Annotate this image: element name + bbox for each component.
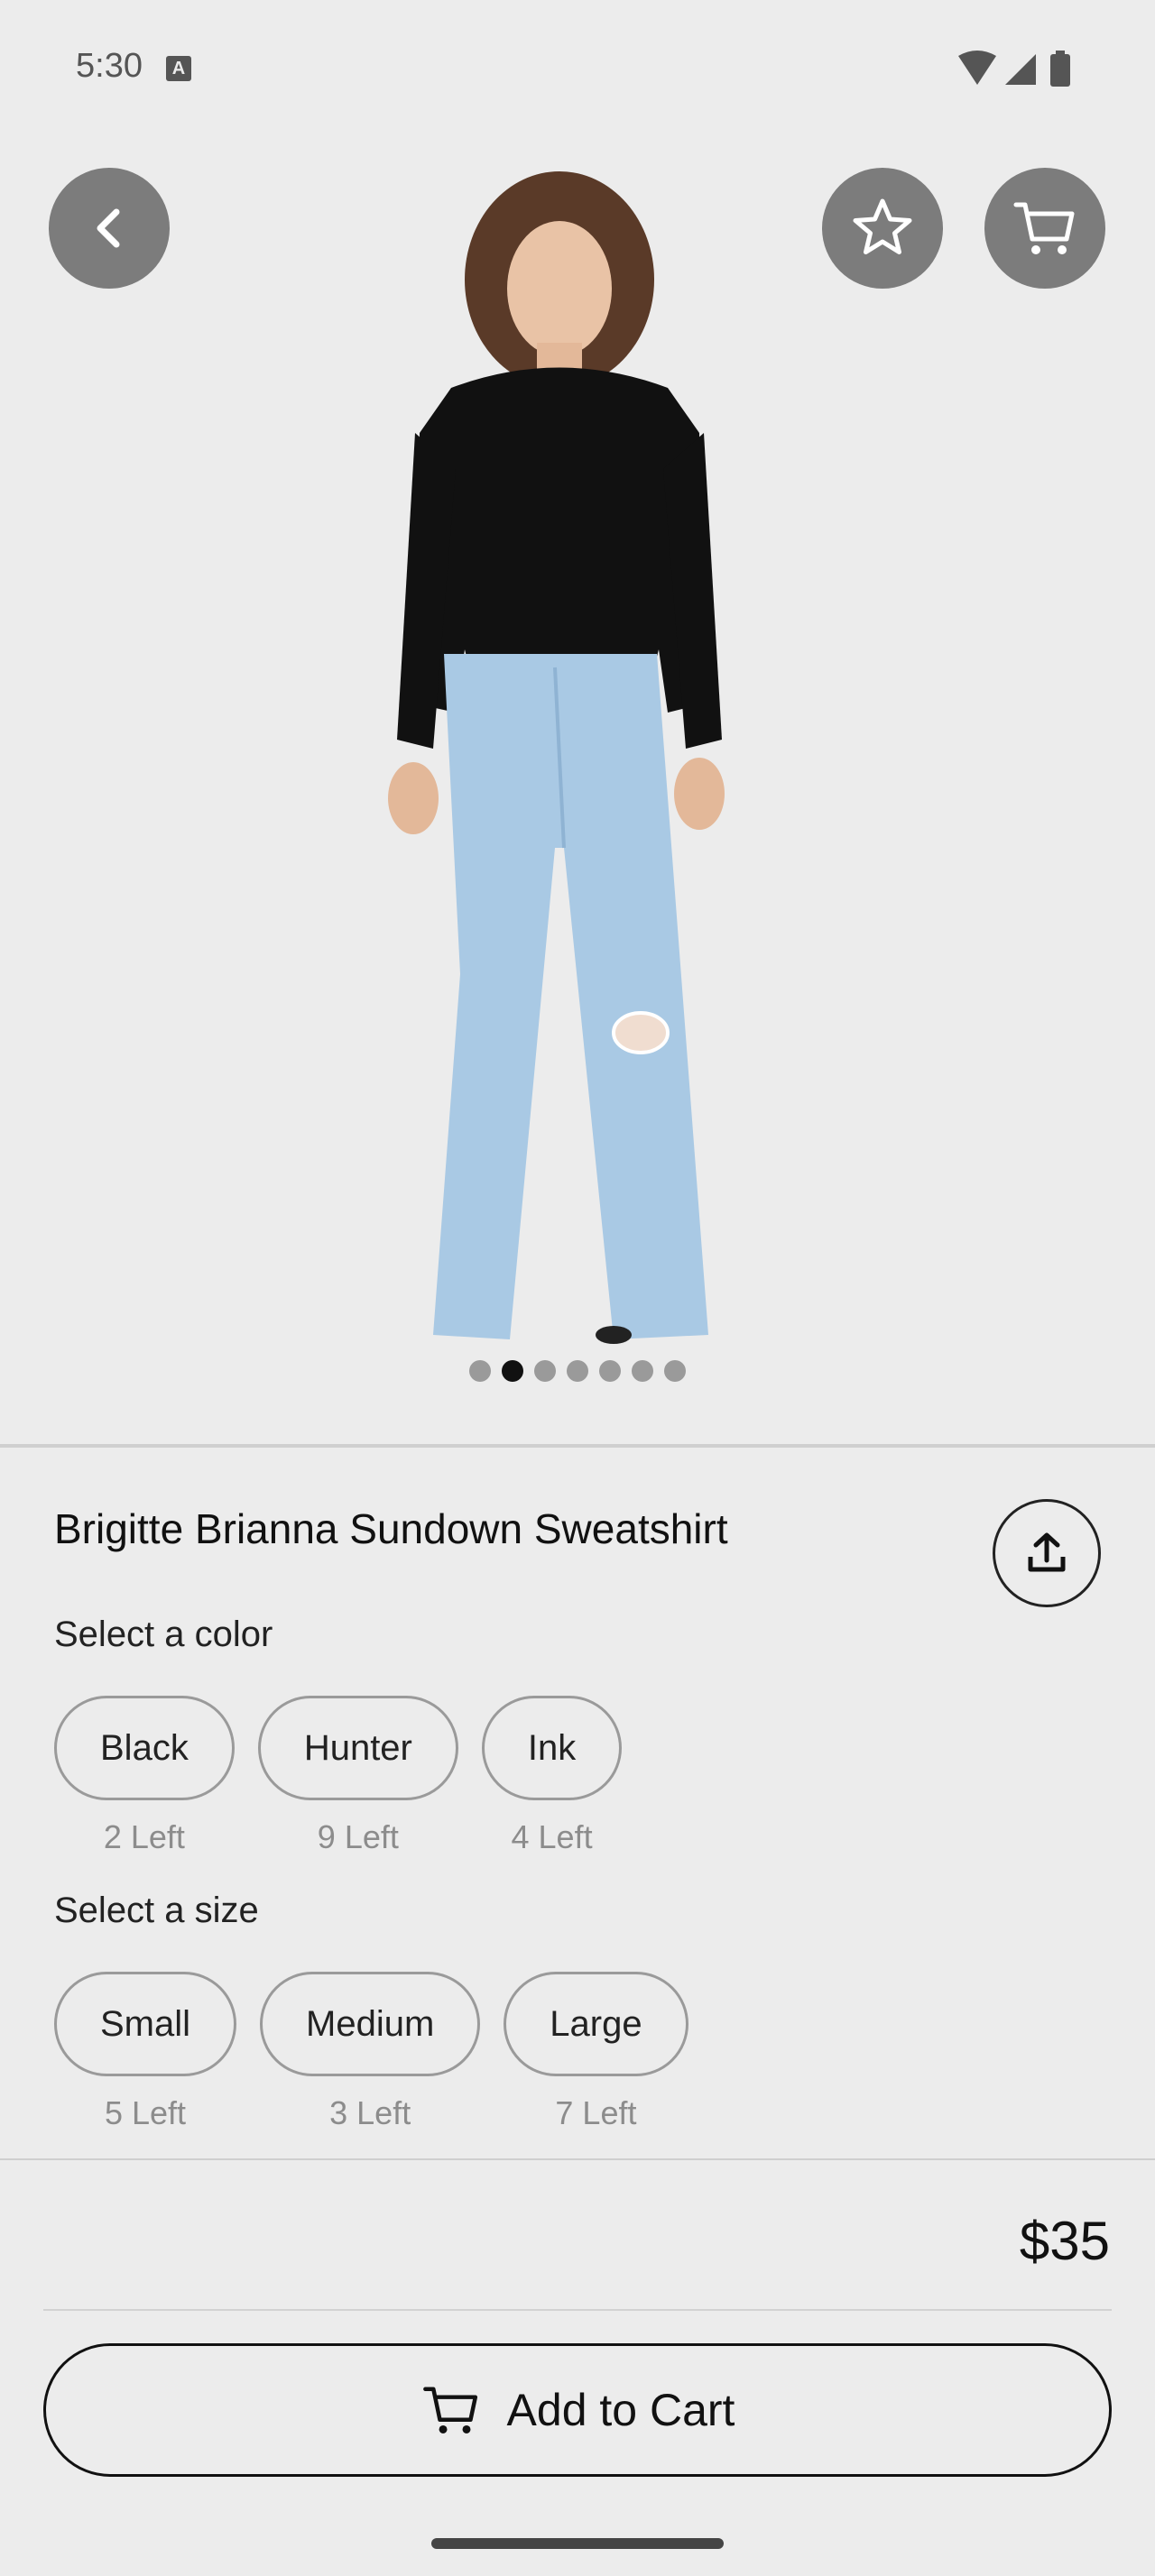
size-chip-small[interactable]: Small (54, 1972, 237, 2076)
status-time: 5:30 (76, 47, 143, 85)
color-chip-black[interactable]: Black (54, 1696, 235, 1800)
star-icon (853, 198, 912, 254)
share-button[interactable] (993, 1499, 1101, 1607)
color-chip-ink[interactable]: Ink (481, 1696, 623, 1800)
size-chip-medium[interactable]: Medium (260, 1972, 481, 2076)
color-option: Ink 4 Left (481, 1696, 623, 1856)
size-chip-large[interactable]: Large (504, 1972, 688, 2076)
stock-count: 5 Left (104, 2094, 187, 2131)
carousel-dot[interactable] (534, 1360, 556, 1382)
chevron-left-icon (97, 208, 120, 248)
size-options: Small 5 Left Medium 3 Left Large 7 Left (54, 1972, 688, 2132)
cart-icon (1013, 202, 1075, 254)
color-options: Black 2 Left Hunter 9 Left Ink 4 Left (54, 1696, 623, 1856)
product-photo (388, 171, 725, 1344)
color-option: Hunter 9 Left (257, 1696, 458, 1856)
size-section-label: Select a size (54, 1891, 259, 1930)
status-bar: 5:30 A (0, 0, 1155, 135)
size-option: Large 7 Left (504, 1972, 688, 2132)
product-price: $35 (1019, 2211, 1110, 2271)
wifi-icon (958, 51, 996, 85)
share-icon (1028, 1532, 1066, 1572)
color-option: Black 2 Left (54, 1696, 235, 1856)
carousel-dot[interactable] (469, 1360, 491, 1382)
back-button[interactable] (49, 168, 170, 289)
battery-icon (1050, 54, 1070, 87)
cart-button[interactable] (984, 168, 1105, 289)
signal-icon (1005, 54, 1036, 85)
carousel-dot-active[interactable] (502, 1360, 523, 1382)
stock-count: 2 Left (103, 1818, 185, 1855)
carousel-dot[interactable] (664, 1360, 686, 1382)
add-to-cart-label: Add to Cart (506, 2385, 735, 2435)
cart-icon (422, 2387, 477, 2433)
carousel-dot[interactable] (599, 1360, 621, 1382)
size-option: Medium 3 Left (260, 1972, 481, 2132)
home-indicator[interactable] (431, 2538, 724, 2549)
divider (43, 2309, 1112, 2311)
add-to-cart-button[interactable]: Add to Cart (43, 2343, 1112, 2477)
favorite-button[interactable] (822, 168, 943, 289)
stock-count: 9 Left (317, 1818, 399, 1855)
carousel-dot[interactable] (632, 1360, 653, 1382)
divider (0, 2158, 1155, 2160)
color-chip-hunter[interactable]: Hunter (257, 1696, 458, 1800)
stock-count: 4 Left (511, 1818, 593, 1855)
product-image-carousel[interactable] (0, 0, 1155, 1445)
product-title: Brigitte Brianna Sundown Sweatshirt (54, 1505, 728, 1552)
carousel-indicator (0, 1360, 1155, 1382)
stock-count: 3 Left (329, 2094, 411, 2131)
color-section-label: Select a color (54, 1615, 273, 1654)
stock-count: 7 Left (555, 2094, 637, 2131)
notification-icon: A (166, 56, 191, 81)
status-icons (958, 51, 1070, 87)
divider (0, 1444, 1155, 1448)
carousel-dot[interactable] (567, 1360, 588, 1382)
size-option: Small 5 Left (54, 1972, 237, 2132)
